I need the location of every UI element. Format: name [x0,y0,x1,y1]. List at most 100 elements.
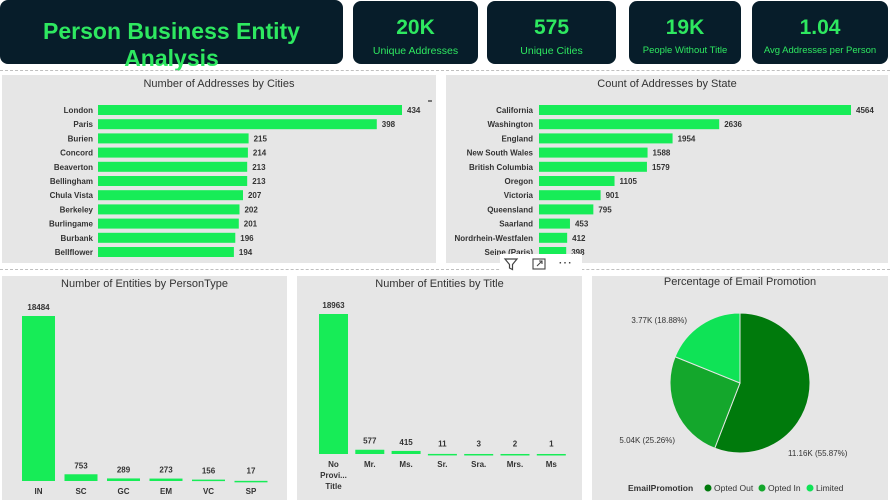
chart-panel-title[interactable]: Number of Entities by Title 18963 No Provi… [297,276,582,500]
bar [319,314,348,454]
category-label: Berkeley [60,205,94,214]
category-label: Oregon [505,177,534,186]
data-label: 415 [399,438,413,447]
legend-marker [704,484,712,492]
bar [98,105,402,115]
bar [98,232,236,243]
data-label: 213 [252,177,266,186]
divider [0,70,890,71]
chart-panel-states[interactable]: Count of Addresses by State California 45… [446,75,888,263]
bar [539,105,851,115]
chart-panel-cities[interactable]: Number of Addresses by Cities London 434 P… [2,75,436,263]
bar-chart-title: 18963 No Provi... Title 577 Mr. 415 Ms. 11 Sr. 3 Sr… [319,301,566,491]
category-label: Title [325,482,342,491]
bar [539,176,615,186]
category-label: Bellingham [50,177,93,186]
category-label: Mr. [364,460,376,469]
legend-marker [758,484,766,492]
bar [107,478,140,481]
data-label: 1588 [653,149,671,158]
category-label: Chula Vista [50,191,94,200]
data-label: 398 [382,120,396,129]
category-label: Sra. [471,460,486,469]
category-label: Burien [68,134,93,143]
data-label: 3 [476,440,481,449]
data-label: 1579 [652,163,670,172]
category-label: New South Wales [467,149,534,158]
category-label: SP [246,487,257,496]
category-label: Mrs. [507,460,523,469]
data-label: 2 [513,440,518,449]
data-label: 289 [117,465,131,474]
category-label: Concord [60,149,93,158]
data-label: 2636 [724,120,742,129]
kpi-card-unique-addresses: 20K Unique Addresses [353,1,478,64]
bar [539,204,594,215]
bar [500,453,530,456]
page-title: Person Business Entity Analysis [43,18,300,71]
data-label: 11 [438,440,447,449]
kpi-label: Unique Cities [520,45,583,57]
data-label: 196 [240,234,254,243]
bar [539,232,568,243]
bar [192,479,225,482]
category-label: Beaverton [54,163,93,172]
bar-chart-cities: London 434 Paris 398 Burien 215 Concord 214 Beav… [49,100,432,257]
category-label: California [496,106,533,115]
data-label: 18963 [322,301,345,310]
data-label: 753 [74,461,88,470]
legend-entry: Opted Out [714,483,754,493]
data-label: 273 [159,466,173,475]
bar [98,161,248,172]
category-label: VC [203,487,214,496]
bar [98,218,239,229]
bar [98,247,234,257]
data-label: 156 [202,467,216,476]
bar [98,204,240,215]
data-label: 1105 [620,177,638,186]
bar [234,480,268,483]
bar [98,119,377,130]
category-label: Burbank [61,234,94,243]
kpi-value: 20K [396,16,435,39]
legend-title: EmailPromotion [628,483,693,493]
bar [355,449,385,454]
more-options-icon[interactable]: ⋯ [558,254,572,271]
filter-icon[interactable] [503,256,519,272]
data-label: 577 [363,437,377,446]
data-label: 4564 [856,106,874,115]
focus-mode-icon[interactable] [531,256,547,272]
bar [391,450,421,454]
bar [539,161,647,172]
data-label: 202 [244,205,258,214]
title-card: Person Business Entity Analysis [0,0,343,71]
divider [0,269,890,270]
bar [539,119,720,130]
data-label: 17 [247,467,256,476]
chart-panel-persontype[interactable]: Number of Entities by PersonType 18484 IN… [2,276,287,500]
data-label: 201 [244,220,258,229]
bar [539,218,570,229]
legend-marker [806,484,814,492]
kpi-label: Unique Addresses [372,45,459,57]
data-label: 1954 [678,134,696,143]
bar [464,453,494,456]
category-label: GC [118,487,130,496]
data-label: 207 [248,191,262,200]
legend-entry: Opted In [768,483,801,493]
category-label: No [328,460,339,469]
kpi-label: Avg Addresses per Person [763,45,877,56]
category-label: Ms [546,460,558,469]
chart-panel-email-promotion[interactable]: Percentage of Email Promotion 11.16K (55… [592,276,888,500]
bar [536,453,566,456]
kpi-value: 19K [665,16,705,39]
kpi-card-avg-addresses: 1.04 Avg Addresses per Person [752,1,888,64]
category-label: Victoria [504,191,534,200]
data-label: 5.04K (25.26%) [619,436,675,445]
category-label: Nordrhein-Westfalen [454,234,533,243]
bar [539,190,601,201]
bar [539,147,648,158]
category-label: British Columbia [469,163,534,172]
category-label: Washington [488,120,534,129]
data-label: 901 [606,191,620,200]
